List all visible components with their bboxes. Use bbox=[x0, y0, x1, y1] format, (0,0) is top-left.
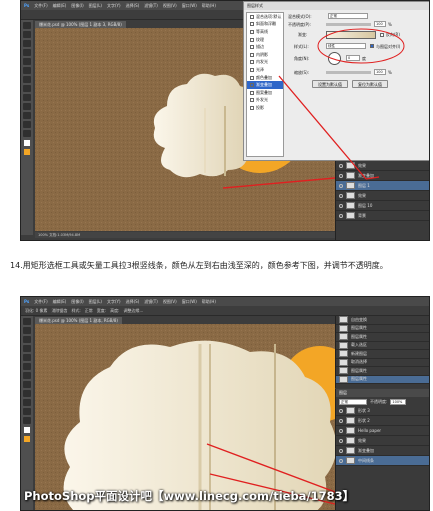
layer-row[interactable]: 渐变叠加 bbox=[336, 446, 429, 456]
history-label: 图层属性 bbox=[351, 367, 367, 373]
document-tab[interactable]: 爆米花.psd @ 100% (图层 1 副本, RGB/8) bbox=[35, 317, 122, 324]
layer-row[interactable]: Hello paper bbox=[336, 426, 429, 436]
menu-item[interactable]: 窗口(W) bbox=[182, 299, 197, 305]
layer-opacity-label: 不透明度: bbox=[370, 398, 388, 404]
option-item[interactable]: 羽化: 0 像素 bbox=[25, 308, 47, 314]
popcorn-artwork bbox=[35, 324, 358, 510]
layer-thumbnail bbox=[346, 437, 355, 444]
menu-item[interactable]: 帮助(H) bbox=[202, 299, 216, 305]
history-icon bbox=[339, 333, 348, 341]
option-item[interactable]: 调整边缘... bbox=[124, 308, 144, 314]
photoshop-screenshot-2: Ps 文件(F) 编辑(E) 图像(I) 图层(L) 文字(Y) 选择(S) 滤镜(T) 视图(… bbox=[20, 296, 430, 511]
option-item[interactable]: 高度: bbox=[110, 308, 119, 314]
menu-item[interactable]: 图层(L) bbox=[89, 299, 102, 305]
background-color-icon[interactable] bbox=[24, 436, 30, 442]
layer-thumbnail bbox=[346, 407, 355, 414]
history-item[interactable]: 新建图层 bbox=[336, 350, 429, 359]
history-icon bbox=[339, 316, 348, 324]
brush-tool-icon[interactable] bbox=[23, 372, 31, 379]
history-icon bbox=[339, 324, 348, 332]
eye-icon[interactable] bbox=[339, 418, 343, 423]
stamp-tool-icon[interactable] bbox=[23, 381, 31, 388]
history-icon bbox=[339, 375, 348, 383]
marquee-tool-icon[interactable] bbox=[23, 327, 31, 334]
menu-item[interactable]: 编辑(E) bbox=[53, 299, 67, 305]
watermark: PhotoShop平面设计吧【www.linecg.com/tieba/1783… bbox=[24, 489, 355, 503]
layer-name: 中间线条 bbox=[358, 457, 374, 463]
option-item[interactable]: 正常 bbox=[85, 308, 93, 314]
pen-tool-icon[interactable] bbox=[23, 408, 31, 415]
history-label: 取消选择 bbox=[351, 359, 367, 365]
layer-opacity-input[interactable]: 100% bbox=[390, 398, 407, 405]
history-label: 载入选区 bbox=[351, 342, 367, 348]
layer-name: 效果 bbox=[358, 437, 366, 443]
menu-item[interactable]: 文件(F) bbox=[34, 299, 47, 305]
layer-row[interactable]: 中间线条 bbox=[336, 456, 429, 466]
history-icon bbox=[339, 350, 348, 358]
eye-icon[interactable] bbox=[339, 438, 343, 443]
history-label: 图层属性 bbox=[351, 376, 367, 382]
red-arrows-overlay bbox=[278, 75, 380, 180]
eye-icon[interactable] bbox=[339, 428, 343, 433]
menu-item[interactable]: 滤镜(T) bbox=[144, 299, 158, 305]
eraser-tool-icon[interactable] bbox=[23, 390, 31, 397]
menu-item[interactable]: 文字(Y) bbox=[107, 299, 121, 305]
option-item[interactable]: 样式: bbox=[71, 308, 80, 314]
layer-row[interactable]: 形状 3 bbox=[336, 406, 429, 416]
layer-row[interactable]: 形状 2 bbox=[336, 416, 429, 426]
history-label: 自由变换 bbox=[351, 316, 367, 322]
magic-wand-icon[interactable] bbox=[23, 345, 31, 352]
layer-thumbnail bbox=[346, 427, 355, 434]
eye-icon[interactable] bbox=[339, 458, 343, 463]
history-item[interactable]: 图层属性 bbox=[336, 367, 429, 376]
history-panel: 自由变换 图层属性 图层属性 载入选区 新建图层 取消选择 图层属性 图层属性 bbox=[335, 316, 429, 388]
layers-panel-title: 图层 bbox=[336, 389, 429, 397]
blend-mode-select[interactable]: 正常 bbox=[339, 398, 367, 405]
layer-thumbnail bbox=[346, 417, 355, 424]
history-item[interactable]: 自由变换 bbox=[336, 316, 429, 325]
option-item[interactable]: 消除锯齿 bbox=[51, 308, 67, 314]
toolbox bbox=[21, 316, 33, 510]
menu-bar: Ps 文件(F) 编辑(E) 图像(I) 图层(L) 文字(Y) 选择(S) 滤镜(T) 视图(… bbox=[21, 297, 429, 306]
options-bar: 羽化: 0 像素 消除锯齿 样式: 正常 宽度: 高度: 调整边缘... bbox=[21, 306, 429, 316]
lasso-tool-icon[interactable] bbox=[23, 336, 31, 343]
canvas[interactable] bbox=[35, 324, 358, 510]
move-tool-icon[interactable] bbox=[23, 318, 31, 325]
menu-item[interactable]: 图像(I) bbox=[71, 299, 83, 305]
option-item[interactable]: 宽度: bbox=[97, 308, 106, 314]
foreground-color-icon[interactable] bbox=[24, 427, 30, 433]
history-item[interactable]: 图层属性 bbox=[336, 324, 429, 333]
history-label: 图层属性 bbox=[351, 325, 367, 331]
layer-name: Hello paper bbox=[358, 428, 382, 433]
photoshop-screenshot-1: Ps 文件(F) 编辑(E) 图像(I) 图层(L) 文字(Y) 选择(S) 滤镜(T) 视图(… bbox=[20, 0, 430, 241]
menu-item[interactable]: 选择(S) bbox=[126, 299, 140, 305]
history-icon bbox=[339, 367, 348, 375]
eye-icon[interactable] bbox=[339, 448, 343, 453]
layer-name: 形状 2 bbox=[358, 417, 370, 423]
history-item[interactable]: 取消选择 bbox=[336, 358, 429, 367]
history-item[interactable]: 图层属性 bbox=[336, 333, 429, 342]
eye-icon[interactable] bbox=[339, 408, 343, 413]
layer-row[interactable]: 效果 bbox=[336, 436, 429, 446]
layer-thumbnail bbox=[346, 447, 355, 454]
menu-item[interactable]: 视图(V) bbox=[163, 299, 177, 305]
layer-name: 渐变叠加 bbox=[358, 447, 374, 453]
history-label: 图层属性 bbox=[351, 333, 367, 339]
text-tool-icon[interactable] bbox=[23, 417, 31, 424]
history-icon bbox=[339, 341, 348, 349]
layer-name: 形状 3 bbox=[358, 407, 370, 413]
crop-tool-icon[interactable] bbox=[23, 354, 31, 361]
gradient-tool-icon[interactable] bbox=[23, 399, 31, 406]
history-item[interactable]: 图层属性 bbox=[336, 375, 429, 384]
history-label: 新建图层 bbox=[351, 350, 367, 356]
layer-list: 形状 3 形状 2 Hello paper 效果渐变叠加中间线条 bbox=[336, 406, 429, 466]
eyedropper-icon[interactable] bbox=[23, 363, 31, 370]
photoshop-logo-icon[interactable]: Ps bbox=[24, 299, 29, 304]
history-item[interactable]: 载入选区 bbox=[336, 341, 429, 350]
tutorial-caption: 14.用矩形选框工具或矢量工具拉3根竖线条，颜色从左到右由浅至深的，颜色参考下图… bbox=[10, 261, 388, 270]
layer-thumbnail bbox=[346, 457, 355, 464]
history-icon bbox=[339, 358, 348, 366]
